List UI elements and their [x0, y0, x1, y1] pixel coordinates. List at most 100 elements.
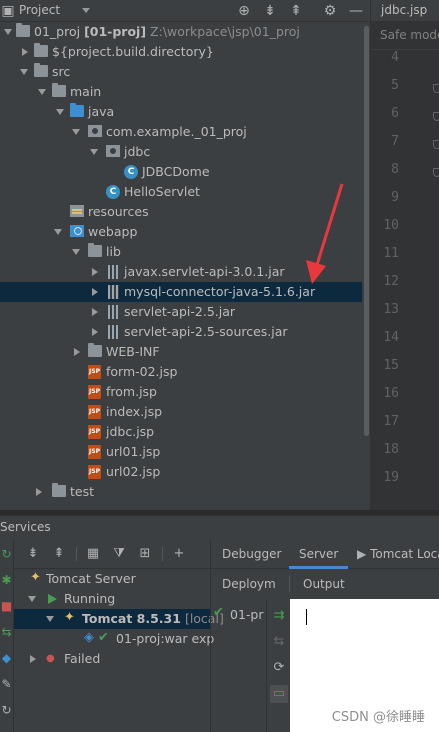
- scrollbar-thumb[interactable]: [364, 26, 369, 436]
- chevron-right-icon[interactable]: [74, 348, 80, 356]
- line-number: 10: [383, 218, 399, 233]
- tree-item-src[interactable]: src: [0, 62, 362, 82]
- line-number: 15: [383, 358, 399, 373]
- watermark: CSDN @徐睡睡: [331, 710, 425, 725]
- deployment-item[interactable]: 01-pr: [230, 607, 264, 622]
- chevron-down-icon[interactable]: [82, 8, 90, 13]
- expand-all-icon[interactable]: ⇟: [24, 545, 42, 563]
- add-service-icon[interactable]: +: [170, 545, 188, 563]
- chevron-right-icon[interactable]: [30, 655, 36, 663]
- line-number: 18: [383, 442, 399, 457]
- chevron-down-icon[interactable]: [46, 616, 54, 622]
- service-tomcat-server[interactable]: ✦ Tomcat Server: [14, 569, 210, 589]
- tree-item-jsp-file[interactable]: JSP jdbc.jsp: [0, 422, 362, 442]
- chevron-right-icon[interactable]: [92, 328, 98, 336]
- tree-item-jsp-file[interactable]: JSP url02.jsp: [0, 462, 362, 482]
- tree-item-label: resources: [88, 204, 149, 219]
- service-running-group[interactable]: Running: [14, 589, 210, 609]
- gear-icon[interactable]: ⚙: [321, 2, 339, 20]
- group-icon[interactable]: ▦: [84, 545, 102, 563]
- debug-icon[interactable]: ✱: [0, 573, 13, 587]
- service-artifact[interactable]: ◈ ✔ 01-proj:war exp: [14, 629, 214, 649]
- refresh-icon[interactable]: ↻: [0, 703, 13, 717]
- tree-item-java[interactable]: java: [0, 102, 362, 122]
- update-icon[interactable]: ⇆: [0, 625, 13, 639]
- tree-item-jsp-file[interactable]: JSP form-02.jsp: [0, 362, 362, 382]
- fold-marker-icon[interactable]: [433, 168, 439, 177]
- tree-item-jsp-file[interactable]: JSP url01.jsp: [0, 442, 362, 462]
- chevron-right-icon[interactable]: [92, 308, 98, 316]
- project-scrollbar[interactable]: [362, 22, 370, 510]
- chevron-down-icon[interactable]: [20, 69, 28, 75]
- chevron-down-icon[interactable]: [54, 229, 62, 235]
- tree-item-jar[interactable]: servlet-api-2.5.jar: [0, 302, 362, 322]
- line-number: 17: [383, 414, 399, 429]
- chevron-down-icon[interactable]: [4, 29, 12, 35]
- chevron-right-icon[interactable]: [22, 48, 28, 56]
- tree-item-package[interactable]: com.example._01_proj: [0, 122, 362, 142]
- tree-item-test[interactable]: test: [0, 482, 362, 502]
- line-number: 7: [391, 134, 399, 149]
- tree-item-label: jdbc: [124, 144, 151, 159]
- stop-icon[interactable]: ■: [0, 599, 13, 613]
- tree-item-jdbcdome[interactable]: C JDBCDome: [0, 162, 362, 182]
- console-icon: ▶: [357, 547, 367, 561]
- tree-item-web-inf[interactable]: WEB-INF: [0, 342, 362, 362]
- deploy-all-icon[interactable]: ⇉: [270, 607, 288, 625]
- chevron-down-icon[interactable]: [72, 249, 80, 255]
- chevron-down-icon[interactable]: [28, 596, 36, 602]
- redeploy-icon[interactable]: ⟳: [270, 659, 288, 677]
- deployment-actions: ⇉ ⇆ ⟳ ▭: [266, 599, 290, 732]
- tree-item-root[interactable]: 01_proj [01-proj] Z:\workpace\jsp\01_pro…: [0, 22, 362, 42]
- rerun-icon[interactable]: ↻: [0, 547, 13, 561]
- wrench-icon[interactable]: ✎: [0, 677, 13, 691]
- collapse-icon[interactable]: ⇟: [261, 2, 279, 20]
- tree-item-main[interactable]: main: [0, 82, 362, 102]
- line-number-gutter: 4 5 6 7 8 9 10 11 12 13 14 15 16 17 18 1…: [371, 50, 439, 510]
- editor-tab[interactable]: jdbc.jsp: [371, 0, 439, 22]
- globe-icon[interactable]: ⊕: [235, 2, 253, 20]
- tab-tomcat-local[interactable]: ▶ Tomcat Local: [357, 539, 439, 569]
- project-title[interactable]: Project: [19, 3, 60, 17]
- chevron-down-icon[interactable]: [38, 89, 46, 95]
- project-view-icon[interactable]: ▣: [1, 2, 15, 20]
- chevron-right-icon[interactable]: [92, 288, 98, 296]
- expand-icon[interactable]: ⇞: [287, 2, 305, 20]
- service-failed-group[interactable]: ● Failed: [14, 649, 210, 669]
- tree-item-jdbc[interactable]: jdbc: [0, 142, 362, 162]
- tab-deployment[interactable]: Deploym: [222, 569, 276, 599]
- chevron-down-icon[interactable]: [90, 149, 98, 155]
- line-number: 19: [383, 470, 399, 485]
- chevron-down-icon[interactable]: [72, 129, 80, 135]
- tree-item-label: jdbc.jsp: [106, 424, 155, 439]
- tree-item-jsp-file[interactable]: JSP index.jsp: [0, 402, 362, 422]
- tab-server[interactable]: Server: [289, 539, 349, 569]
- services-tool-window: Services ↻ ✱ ■ ⇆ ◆ ✎ ↻ ⇟ ⇞ ▦ ⧩ ⊞ + ✦ Tom…: [0, 515, 439, 732]
- fold-marker-icon[interactable]: [433, 112, 439, 121]
- tree-item-label: index.jsp: [106, 404, 163, 419]
- line-number: 11: [383, 246, 399, 261]
- collapse-all-icon[interactable]: ⇞: [50, 545, 68, 563]
- minimize-icon[interactable]: —: [347, 2, 365, 20]
- jsp-icon: JSP: [88, 425, 101, 439]
- tomcat-icon: ✦: [64, 610, 75, 625]
- tree-item-build-directory[interactable]: ${project.build.directory}: [0, 42, 362, 62]
- tree-item-jar[interactable]: servlet-api-2.5-sources.jar: [0, 322, 362, 342]
- new-tab-icon[interactable]: ⊞: [136, 545, 154, 563]
- tab-debugger[interactable]: Debugger: [222, 539, 281, 569]
- tree-item-label: WEB-INF: [106, 344, 160, 359]
- tree-item-jsp-file[interactable]: JSP from.jsp: [0, 382, 362, 402]
- output-icon[interactable]: ▭: [270, 685, 288, 703]
- tab-tomcat-local-label: Tomcat Local: [370, 547, 439, 561]
- deploy-icon[interactable]: ◆: [0, 651, 13, 665]
- chevron-right-icon[interactable]: [36, 488, 42, 496]
- output-console[interactable]: CSDN @徐睡睡: [290, 599, 439, 732]
- chevron-down-icon[interactable]: [56, 109, 64, 115]
- folder-icon: [52, 83, 66, 97]
- service-tomcat-instance[interactable]: ✦ Tomcat 8.5.31 [local]: [14, 609, 224, 629]
- fold-marker-icon[interactable]: [433, 140, 439, 149]
- filter-icon[interactable]: ⧩: [110, 545, 128, 563]
- chevron-right-icon[interactable]: [92, 268, 98, 276]
- tab-output[interactable]: Output: [303, 569, 345, 599]
- fold-marker-icon[interactable]: [433, 84, 439, 93]
